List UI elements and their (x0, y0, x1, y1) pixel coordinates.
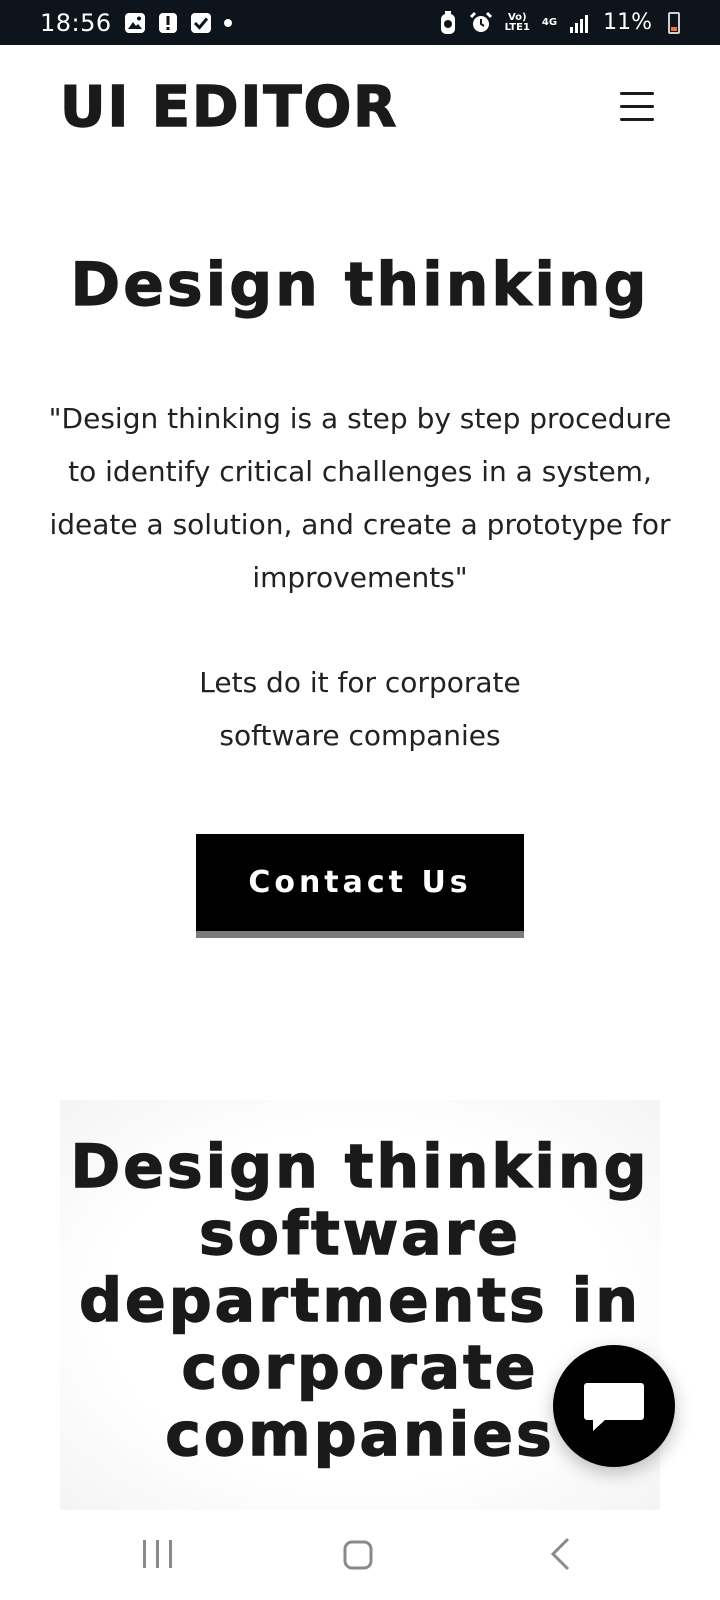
check-icon (190, 12, 212, 34)
volte-icon: Vo) LTE1 (504, 11, 530, 33)
chat-bubble-icon (584, 1383, 644, 1431)
status-right: Vo) LTE1 4G 11% (439, 10, 680, 35)
gallery-icon (124, 12, 146, 34)
recents-icon[interactable] (98, 1510, 218, 1600)
site-logo[interactable]: UI EDITOR (59, 74, 398, 141)
signal-icon (569, 13, 591, 33)
hamburger-icon[interactable] (618, 90, 658, 124)
hero-subtitle: Lets do it for corporate software compan… (199, 666, 521, 752)
hero-quote: "Design thinking is a step by step proce… (48, 402, 672, 594)
hero-title: Design thinking (70, 249, 650, 320)
alert-icon (158, 12, 178, 34)
system-nav-bar (0, 1510, 720, 1600)
back-icon[interactable] (498, 1510, 618, 1600)
site-header: UI EDITOR (0, 45, 720, 175)
battery-saver-icon (439, 10, 457, 35)
status-bar: 18:56 Vo) LTE1 4G 11% (0, 0, 720, 45)
contact-us-button[interactable]: Contact Us (196, 834, 524, 938)
4g-icon: 4G (541, 16, 558, 28)
battery-percent: 11% (603, 10, 652, 35)
notification-dot-icon (223, 18, 232, 27)
chat-button[interactable] (553, 1345, 675, 1467)
status-left: 18:56 (40, 9, 232, 37)
home-icon[interactable] (298, 1510, 418, 1600)
battery-icon (668, 11, 680, 34)
status-time: 18:56 (40, 8, 112, 37)
alarm-icon (469, 11, 493, 35)
